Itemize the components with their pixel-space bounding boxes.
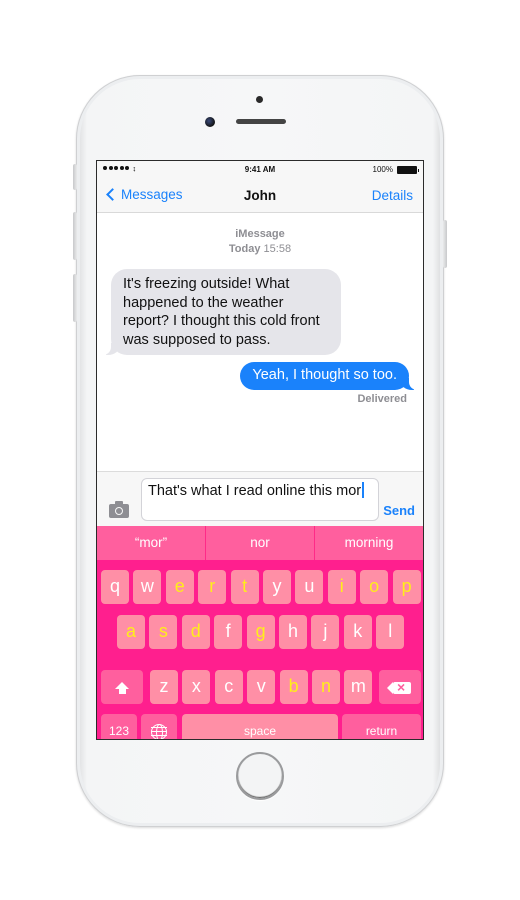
key-v[interactable]: v <box>247 670 276 704</box>
space-key[interactable]: space <box>182 714 338 739</box>
key-b[interactable]: b <box>279 670 308 704</box>
key-a[interactable]: a <box>117 615 145 649</box>
key-k[interactable]: k <box>343 615 372 649</box>
key-g[interactable]: g <box>246 615 275 649</box>
timestamp-time: 15:58 <box>263 243 292 255</box>
timestamp-day: Today <box>228 243 261 255</box>
details-button[interactable]: Details <box>372 188 413 203</box>
key-z[interactable]: z <box>150 670 178 704</box>
key-d[interactable]: d <box>181 615 210 649</box>
key-m[interactable]: m <box>344 670 373 704</box>
suggestion-morning[interactable]: morning <box>315 526 423 560</box>
outgoing-message-bubble[interactable]: Yeah, I thought so too. <box>240 362 417 390</box>
message-composer: That's what I read online this mor Send <box>97 471 423 526</box>
shift-icon <box>115 682 129 694</box>
text-cursor <box>362 482 365 498</box>
key-c[interactable]: c <box>214 670 243 704</box>
key-q[interactable]: q <box>101 570 129 604</box>
suggestion-literal[interactable]: “mor” <box>97 526 206 560</box>
message-input[interactable]: That's what I read online this mor <box>141 478 379 521</box>
key-r[interactable]: r <box>198 570 227 604</box>
front-camera <box>205 117 215 127</box>
delivery-status: Delivered <box>357 393 407 405</box>
status-bar: ⨟ 9:41 AM 100% <box>97 161 423 179</box>
suggestion-nor[interactable]: nor <box>206 526 315 560</box>
return-key[interactable]: return <box>342 714 421 739</box>
volume-down-button <box>73 274 77 322</box>
delete-icon <box>387 677 411 697</box>
keyboard: “mor” nor morning qwertyuiop asdfghjkl zxc… <box>97 526 423 739</box>
earpiece-speaker <box>236 119 286 124</box>
key-x[interactable]: x <box>182 670 211 704</box>
key-h[interactable]: h <box>279 615 307 649</box>
shift-key[interactable] <box>101 670 143 704</box>
service-label: iMessage <box>235 228 285 240</box>
key-w[interactable]: w <box>133 570 162 604</box>
delete-key[interactable] <box>379 670 421 704</box>
volume-up-button <box>73 212 77 260</box>
globe-key[interactable] <box>141 714 177 739</box>
key-y[interactable]: y <box>263 570 291 604</box>
navigation-bar: Messages John Details <box>97 179 423 213</box>
key-j[interactable]: j <box>311 615 340 649</box>
key-l[interactable]: l <box>376 615 405 649</box>
message-timestamp: Today 15:58 <box>97 243 423 255</box>
power-button <box>443 220 447 268</box>
battery-percentage: 100% <box>372 165 393 174</box>
key-s[interactable]: s <box>149 615 178 649</box>
key-i[interactable]: i <box>327 570 356 604</box>
key-n[interactable]: n <box>312 670 340 704</box>
battery-icon <box>397 166 419 174</box>
numbers-key[interactable]: 123 <box>101 714 137 739</box>
globe-icon <box>151 723 167 739</box>
key-e[interactable]: e <box>165 570 194 604</box>
incoming-message-bubble[interactable]: It's freezing outside! What happened to … <box>103 269 341 355</box>
key-f[interactable]: f <box>214 615 243 649</box>
phone-screen: ⨟ 9:41 AM 100% Messages John Details iMe… <box>96 160 424 740</box>
message-input-text: That's what I read online this mor <box>148 483 362 499</box>
key-p[interactable]: p <box>392 570 421 604</box>
key-t[interactable]: t <box>230 570 259 604</box>
mute-switch <box>73 164 77 190</box>
key-u[interactable]: u <box>295 570 324 604</box>
key-o[interactable]: o <box>360 570 389 604</box>
camera-icon[interactable] <box>109 501 129 518</box>
home-button[interactable] <box>236 752 284 800</box>
proximity-sensor <box>256 96 263 103</box>
send-button[interactable]: Send <box>383 503 415 518</box>
predictive-bar: “mor” nor morning <box>97 526 423 560</box>
